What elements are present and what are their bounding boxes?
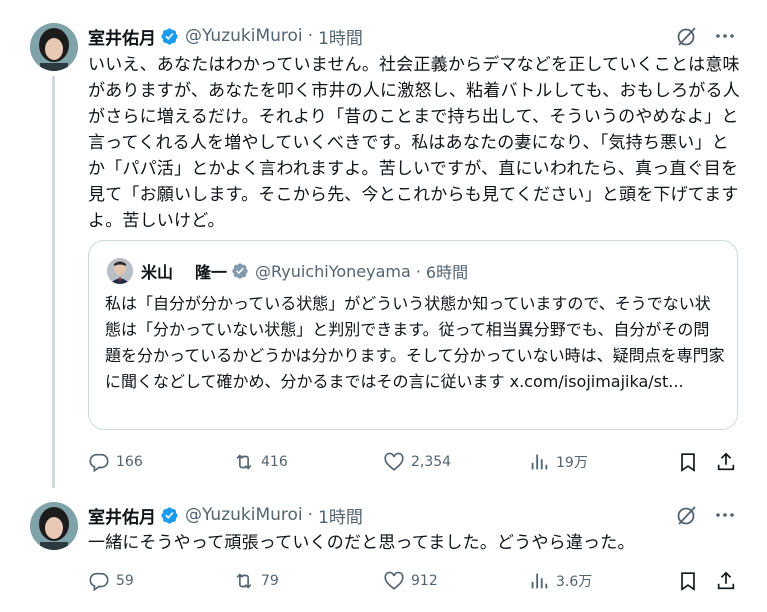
quoted-tweet-header: 米山 隆一 @RyuichiYoneyama · 6時間 [107,258,468,284]
retweet-count: 416 [261,454,288,470]
bookmark-button[interactable] [677,451,699,473]
heart-icon [384,571,404,590]
reply-icon [89,572,109,592]
views-count: 19万 [556,455,588,471]
quoted-author-given-name: 隆一 [195,263,228,282]
thread-connector-line [52,76,55,488]
quoted-author-family-name: 米山 [141,263,174,282]
reply-icon [89,453,109,473]
heart-icon [384,452,404,471]
quoted-tweet-timestamp: 6時間 [425,263,469,282]
views-chart-icon [531,454,548,470]
retweet-button[interactable]: 416 [233,451,288,473]
author-avatar[interactable] [30,23,78,71]
reply-count: 59 [116,573,134,589]
tweet-timestamp[interactable]: 1時間 [318,503,363,528]
quoted-tweet-link[interactable]: x.com/isojimajika/st... [510,372,684,391]
bookmark-icon [681,453,695,472]
grok-icon[interactable] [675,24,699,48]
quoted-tweet-text-block: 私は「自分が分かっている状態」がどういう状態か知っていますので、そうでない状態は… [105,291,725,395]
tweet-actions-bar: 166 416 2,354 19万 [88,450,737,474]
like-button[interactable]: 912 [383,570,438,592]
more-icon[interactable] [713,503,737,527]
quoted-author-avatar [107,258,133,284]
retweet-icon [236,573,252,589]
share-icon [717,571,735,590]
grok-icon[interactable] [675,503,699,527]
views-button[interactable]: 19万 [528,451,588,473]
tweet-top-actions [675,503,737,527]
tweet-text: 一緒にそうやって頑張っていくのだと思ってました。どうやら違った。 [88,533,635,553]
author-name[interactable]: 室井佑月 [88,24,156,49]
author-handle[interactable]: @YuzukiMuroi [185,505,303,525]
reply-count: 166 [116,454,143,470]
tweet-header: 室井佑月 @YuzukiMuroi · 1時間 [88,24,363,49]
tweet-top-actions [675,24,737,48]
tweet[interactable]: 室井佑月 @YuzukiMuroi · 1時間 一緒にそうやって頑張っていくのだ… [0,492,767,612]
tweet-text: いいえ、あなたはわかっていません。社会正義からデマなどを正していくことは意味があ… [88,55,740,231]
author-handle[interactable]: @YuzukiMuroi [185,26,303,46]
tweet-actions-bar: 59 79 912 3.6万 [88,569,737,593]
like-count: 912 [411,573,438,589]
tweet-timestamp[interactable]: 1時間 [318,24,363,49]
like-button[interactable]: 2,354 [383,451,451,473]
share-icon [717,452,735,471]
quoted-author-handle: @RyuichiYoneyama [255,261,411,281]
views-chart-icon [531,573,548,589]
views-button[interactable]: 3.6万 [528,570,592,592]
quoted-tweet[interactable]: 米山 隆一 @RyuichiYoneyama · 6時間 私は「自分が分かってい… [88,240,738,430]
bookmark-button[interactable] [677,570,699,592]
verified-badge-icon[interactable] [160,506,179,525]
like-count: 2,354 [411,454,452,470]
verified-badge-icon [231,262,249,280]
separator-dot: · [415,261,421,281]
author-avatar[interactable] [30,502,78,550]
reply-button[interactable]: 166 [88,451,143,473]
views-count: 3.6万 [556,574,593,590]
tweet-header: 室井佑月 @YuzukiMuroi · 1時間 [88,503,363,528]
retweet-button[interactable]: 79 [233,570,279,592]
retweet-count: 79 [261,573,279,589]
bookmark-icon [681,572,695,591]
verified-badge-icon[interactable] [160,27,179,46]
share-button[interactable] [715,570,737,592]
share-button[interactable] [715,451,737,473]
separator-dot: · [307,505,314,525]
tweet[interactable]: 室井佑月 @YuzukiMuroi · 1時間 いいえ、あなたはわかっていません… [0,0,767,492]
reply-button[interactable]: 59 [88,570,134,592]
separator-dot: · [307,26,314,46]
more-icon[interactable] [713,24,737,48]
retweet-icon [236,454,252,470]
author-name[interactable]: 室井佑月 [88,503,156,528]
